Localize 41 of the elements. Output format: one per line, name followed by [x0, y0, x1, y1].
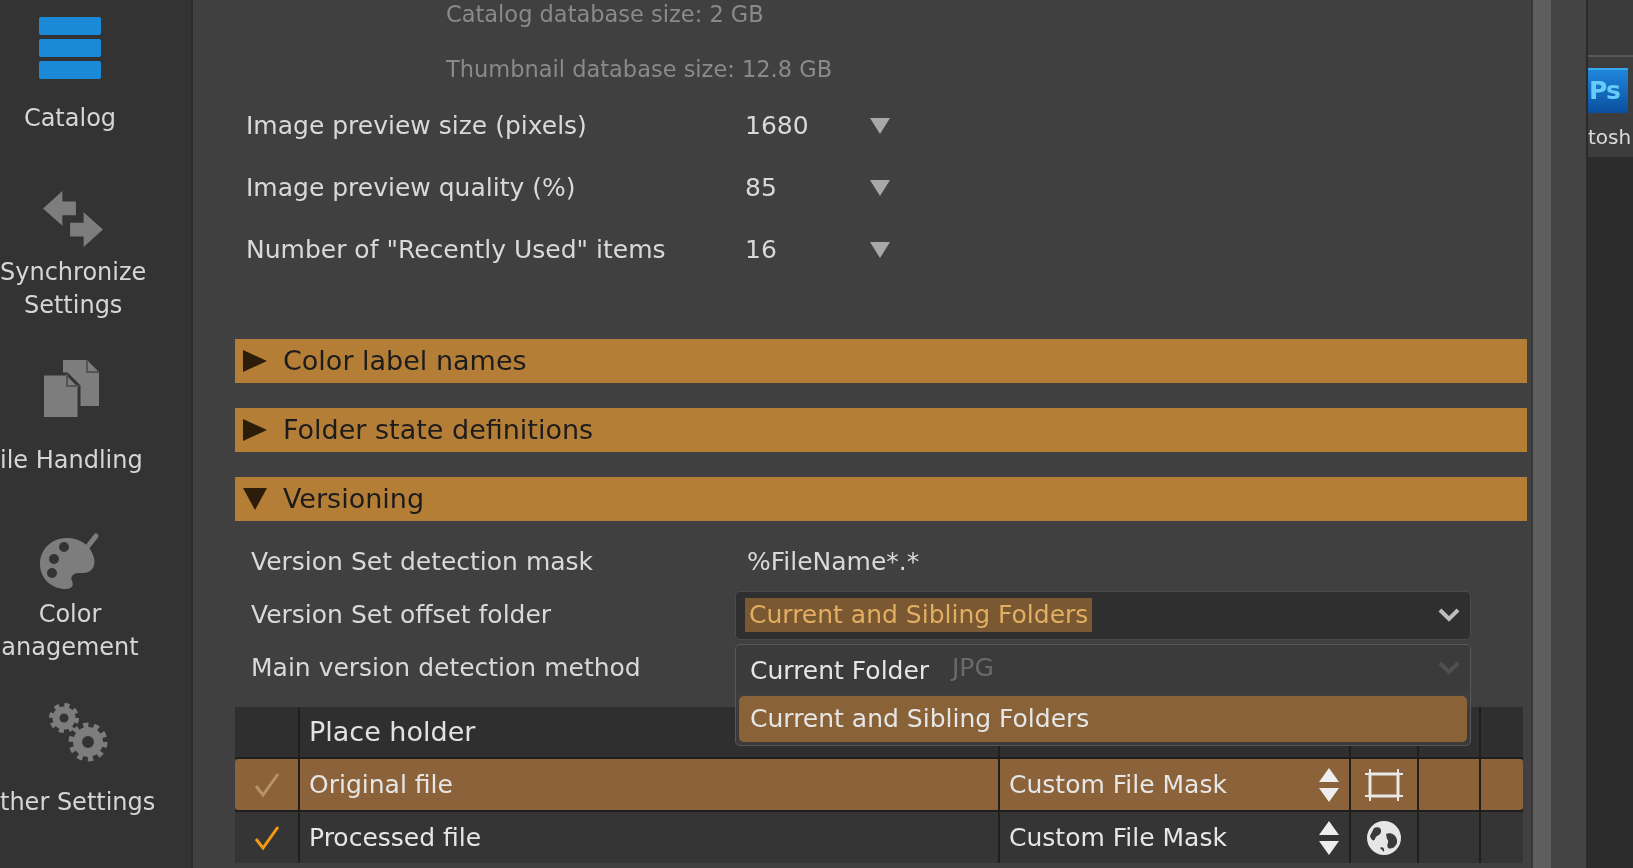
sidebar-item[interactable]: Catalog [23, 16, 117, 153]
field-label: Version Set offset folder [251, 600, 552, 630]
triangle-down-icon [870, 242, 890, 258]
scrollbar-thumb[interactable] [1533, 0, 1551, 868]
app-launcher-button[interactable]: Ps tosh [1588, 57, 1633, 157]
field-value: %FileName*.* [747, 547, 920, 577]
info-text: Catalog database size: 2 GB [446, 0, 764, 28]
value-dropdown[interactable]: 85 [745, 173, 890, 203]
value-dropdown[interactable]: 1680 [745, 111, 890, 141]
file-mask-select[interactable]: Custom File Mask [998, 812, 1349, 863]
up-down-arrows-icon [1319, 767, 1339, 802]
section-header[interactable]: Folder state definitions [235, 408, 1527, 452]
section-header[interactable]: Versioning [235, 477, 1527, 521]
info-text: Thumbnail database size: 12.8 GB [446, 55, 833, 83]
setting-label: Image preview quality (%) [246, 173, 576, 203]
table-row[interactable]: Original file Custom File Mask [235, 759, 1523, 810]
file-mask-select[interactable]: Custom File Mask [998, 759, 1349, 810]
value-dropdown[interactable]: 16 [745, 235, 890, 265]
dropdown-option[interactable]: Current Folder [739, 648, 938, 694]
field-label: Main version detection method [251, 653, 641, 683]
up-down-arrows-icon [1319, 820, 1339, 855]
setting-label: Number of "Recently Used" items [246, 235, 666, 265]
table-row[interactable]: Processed file Custom File Mask [235, 812, 1523, 863]
field-label: Version Set detection mask [251, 547, 594, 577]
table-cell: Processed file [298, 812, 998, 863]
window-toolbar [1588, 0, 1633, 57]
setting-label: Image preview size (pixels) [246, 111, 587, 141]
sidebar-item[interactable]: ile Handling [0, 358, 143, 495]
sidebar-item[interactable]: ther Settings [0, 700, 156, 837]
checkmark-icon[interactable] [253, 824, 280, 851]
chevron-down-icon [1438, 608, 1460, 622]
sidebar-item[interactable]: Synchronize Settings [0, 187, 147, 324]
table-cell: Original file [298, 759, 998, 810]
triangle-down-icon [870, 180, 890, 196]
globe-icon [1366, 819, 1402, 856]
frame-icon [1365, 768, 1403, 801]
sidebar-item[interactable]: Color anagement [1, 529, 139, 666]
checkmark-icon[interactable] [253, 771, 280, 798]
dropdown-option[interactable]: Current and Sibling Folders [739, 696, 1467, 742]
section-header[interactable]: Color label names [235, 339, 1527, 383]
triangle-down-icon [870, 118, 890, 134]
